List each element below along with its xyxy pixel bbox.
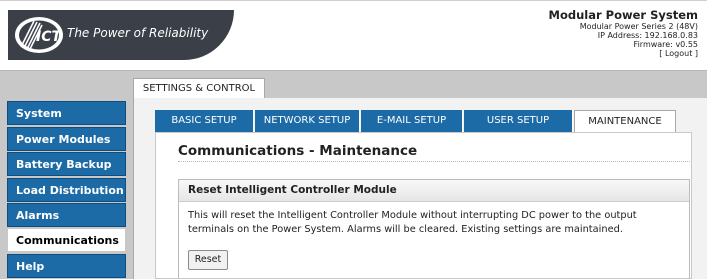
header: ICT The Power of Reliability Modular Pow… xyxy=(0,0,707,70)
tab-basic-setup[interactable]: BASIC SETUP xyxy=(155,110,254,132)
tab-settings-control[interactable]: SETTINGS & CONTROL xyxy=(133,78,265,99)
sidebar-item-communications[interactable]: Communications xyxy=(7,228,126,252)
system-title: Modular Power System xyxy=(548,8,698,22)
section-description: This will reset the Intelligent Controll… xyxy=(188,210,637,235)
reset-button[interactable]: Reset xyxy=(188,250,228,270)
section-heading: Reset Intelligent Controller Module xyxy=(179,180,689,202)
logout-link[interactable]: [ Logout ] xyxy=(549,49,698,58)
sidebar-item-system[interactable]: System xyxy=(7,101,126,125)
sidebar-item-help[interactable]: Help xyxy=(7,254,126,278)
page-title: Communications - Maintenance xyxy=(178,143,418,159)
ict-logo-icon: ICT xyxy=(15,17,63,53)
logo-mark-text: ICT xyxy=(36,29,62,45)
sidebar-item-alarms[interactable]: Alarms xyxy=(7,203,126,227)
ip-address: IP Address: 192.168.0.83 xyxy=(597,31,698,40)
ict-logo: ICT The Power of Reliability xyxy=(8,10,234,60)
tab-user-setup[interactable]: USER SETUP xyxy=(464,110,573,132)
firmware-version: Firmware: v0.55 xyxy=(633,40,698,49)
tab-network-setup[interactable]: NETWORK SETUP xyxy=(255,110,360,132)
sidebar-item-power-modules[interactable]: Power Modules xyxy=(7,127,126,151)
tab-maintenance[interactable]: MAINTENANCE xyxy=(574,110,676,133)
system-info: Modular Power System Modular Power Serie… xyxy=(549,8,698,58)
logo-tagline: The Power of Reliability xyxy=(67,26,209,40)
reset-section: Reset Intelligent Controller Module This… xyxy=(178,179,690,279)
tab-email-setup[interactable]: E-MAIL SETUP xyxy=(361,110,463,132)
system-model: Modular Power Series 2 (48V) xyxy=(579,22,698,31)
sidebar-item-load-distribution[interactable]: Load Distribution xyxy=(7,178,126,202)
sidebar-item-battery-backup[interactable]: Battery Backup xyxy=(7,152,126,176)
top-band xyxy=(0,70,707,98)
title-divider xyxy=(178,161,690,162)
